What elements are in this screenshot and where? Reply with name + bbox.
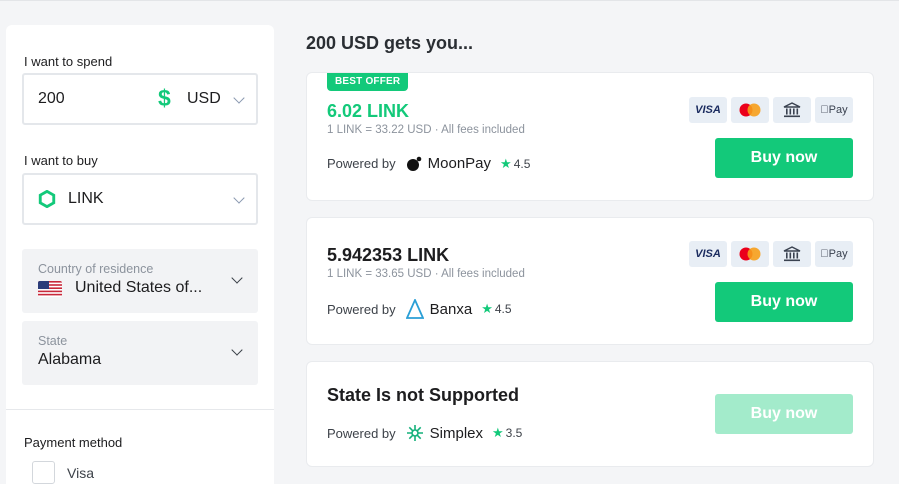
payment-icons: VISA Pay [689, 97, 853, 123]
bank-icon [773, 97, 811, 123]
offer-amount: 5.942353 LINK [327, 245, 450, 265]
country-value: United States of... [75, 279, 203, 296]
offer-rate: 1 LINK = 33.22 USD · All fees included [327, 124, 525, 136]
provider-row: Powered by MoonPay ★ 4.5 [327, 155, 530, 172]
buy-now-button[interactable]: Buy now [715, 138, 853, 178]
state-label: State [38, 334, 68, 348]
sidebar-divider [6, 409, 274, 410]
apple-pay-icon: Pay [815, 97, 853, 123]
top-border [0, 0, 899, 1]
mastercard-icon [731, 97, 769, 123]
apple-pay-icon: Pay [815, 241, 853, 267]
provider-name: MoonPay [427, 155, 492, 172]
visa-icon: VISA [689, 241, 727, 267]
buy-now-button[interactable]: Buy now [715, 282, 853, 322]
powered-by-label: Powered by [327, 425, 396, 441]
provider-rating: 4.5 [494, 302, 512, 316]
state-select[interactable]: State Alabama [22, 321, 258, 385]
spend-currency-select[interactable]: USD [187, 90, 221, 108]
payment-icons: VISA Pay [689, 241, 853, 267]
offer-card-banxa: 5.942353 LINK 1 LINK = 33.65 USD · All f… [306, 217, 874, 345]
spend-label: I want to spend [24, 54, 113, 69]
visa-option-label: Visa [67, 465, 94, 481]
best-offer-badge: BEST OFFER [327, 73, 409, 91]
buy-coin-value: LINK [68, 190, 104, 207]
moonpay-logo-icon [406, 156, 421, 171]
country-select[interactable]: Country of residence United States of... [22, 249, 258, 313]
page-title: 200 USD gets you... [306, 33, 474, 53]
provider-name: Simplex [429, 424, 484, 442]
powered-by-label: Powered by [327, 156, 396, 171]
bank-icon [773, 241, 811, 267]
dollar-icon: $ [158, 85, 171, 111]
chevron-down-icon[interactable] [233, 192, 245, 204]
country-label: Country of residence [38, 262, 154, 276]
payment-method-label: Payment method [24, 435, 123, 450]
spend-amount-input[interactable]: 200 [38, 90, 65, 108]
chevron-down-icon[interactable] [233, 92, 245, 104]
provider-name: Banxa [429, 300, 473, 318]
buy-now-button-disabled[interactable]: Buy now [715, 394, 853, 434]
provider-row: Powered by Simplex ★ 3.5 [327, 424, 522, 442]
mastercard-icon [731, 241, 769, 267]
star-icon: ★ [492, 425, 504, 440]
chainlink-icon [38, 190, 56, 208]
visa-checkbox[interactable] [32, 461, 55, 484]
offer-rate: 1 LINK = 33.65 USD · All fees included [327, 268, 525, 280]
powered-by-label: Powered by [327, 301, 396, 317]
chevron-down-icon[interactable] [231, 272, 243, 284]
buy-label: I want to buy [24, 153, 98, 168]
state-value: Alabama [38, 351, 102, 368]
filter-sidebar: I want to spend 200 $ USD I want to buy … [6, 25, 274, 484]
unsupported-message: State Is not Supported [327, 385, 520, 405]
us-flag-icon [38, 281, 62, 297]
chevron-down-icon[interactable] [231, 344, 243, 356]
provider-row: Powered by Banxa ★ 4.5 [327, 299, 512, 319]
offer-card-simplex: State Is not Supported Powered by Simple… [306, 361, 874, 467]
offer-card-moonpay: BEST OFFER 6.02 LINK 1 LINK = 33.22 USD … [306, 72, 874, 201]
offer-amount: 6.02 LINK [327, 101, 410, 121]
visa-icon: VISA [689, 97, 727, 123]
star-icon: ★ [500, 155, 512, 171]
provider-rating: 4.5 [513, 156, 531, 171]
simplex-logo-icon [406, 425, 423, 441]
banxa-logo-icon [405, 299, 424, 319]
spend-amount-field[interactable]: 200 $ USD [22, 73, 258, 125]
star-icon: ★ [481, 301, 493, 316]
buy-coin-select[interactable]: LINK [22, 173, 258, 225]
provider-rating: 3.5 [505, 426, 523, 440]
